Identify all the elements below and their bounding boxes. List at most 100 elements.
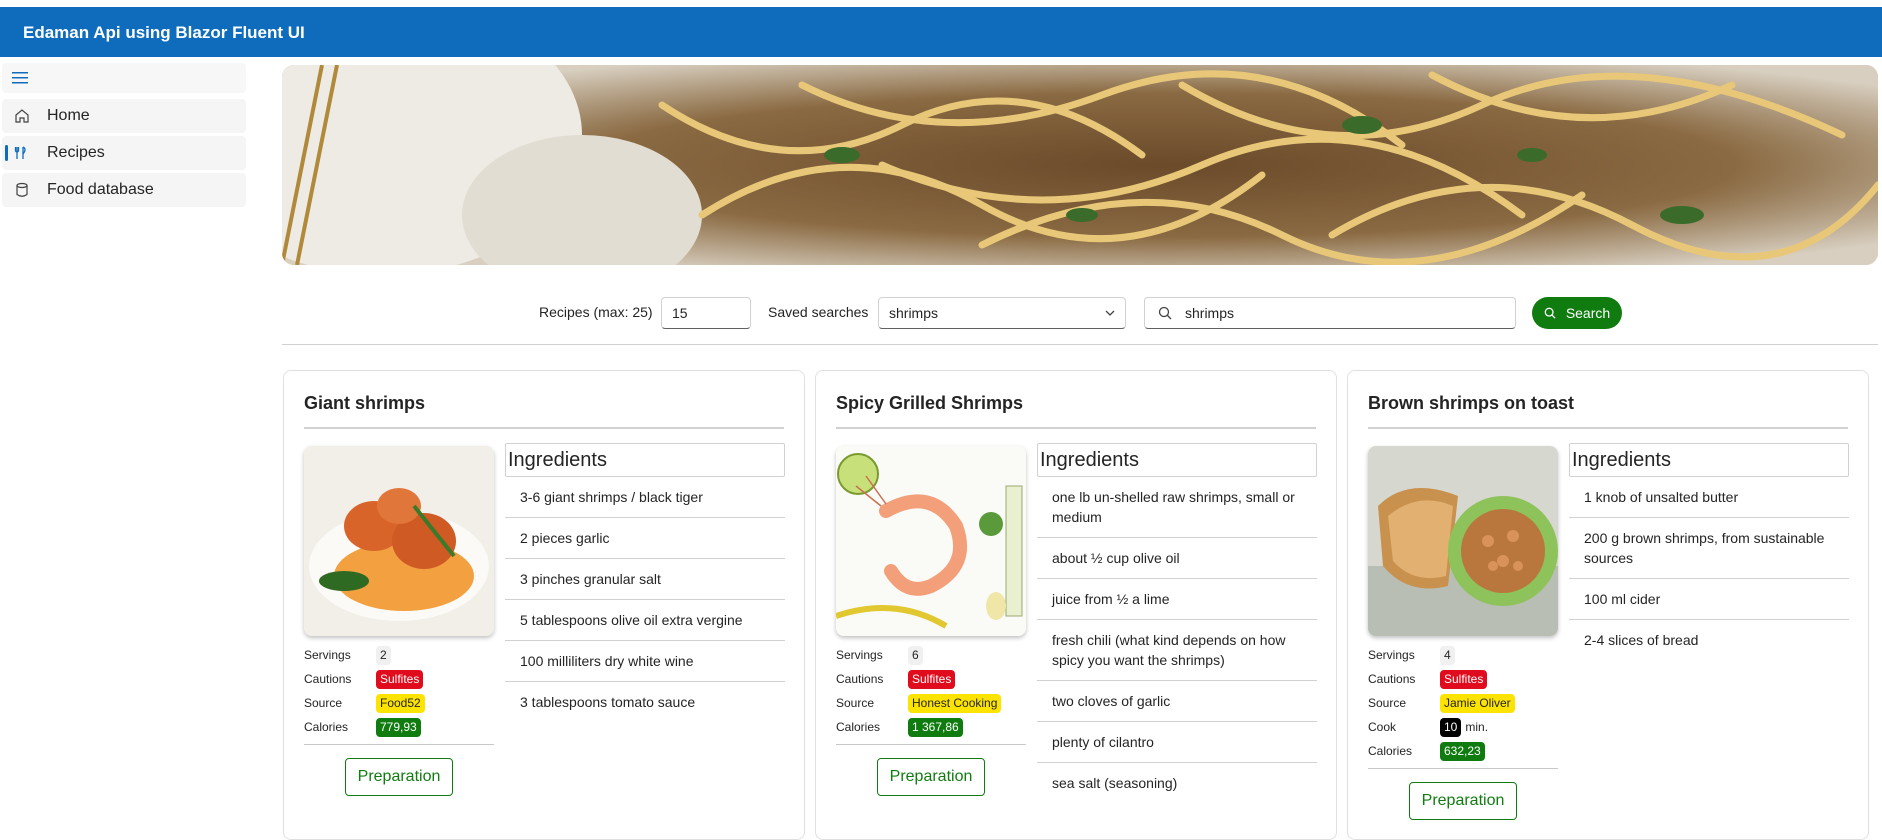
servings-badge: 4 [1440, 645, 1455, 665]
card-divider [1368, 427, 1848, 429]
ingredient-item: one lb un-shelled raw shrimps, small or … [1037, 477, 1317, 538]
ingredient-item: 5 tablespoons olive oil extra vergine [505, 600, 785, 641]
ingredients-list: Ingredients 3-6 giant shrimps / black ti… [505, 443, 785, 722]
recipe-meta: Servings 6 Cautions Sulfites Source Honest … [836, 643, 1026, 739]
ingredients-header: Ingredients [1569, 443, 1849, 477]
saved-searches-label: Saved searches [768, 304, 869, 320]
ingredient-item: 100 ml cider [1569, 579, 1849, 620]
sidebar-item-label: Food database [47, 181, 154, 198]
servings-label: Servings [836, 648, 883, 662]
search-query: shrimps [1185, 305, 1235, 321]
sidebar-item-recipes[interactable]: Recipes [2, 136, 246, 170]
cook-time-badge: 10 [1440, 717, 1462, 737]
ingredient-item: two cloves of garlic [1037, 681, 1317, 722]
app-title: Edaman Api using Blazor Fluent UI [23, 23, 305, 42]
ingredient-item: 100 milliliters dry white wine [505, 641, 785, 682]
source-label: Source [836, 696, 875, 710]
cautions-badge: Sulfites [376, 669, 424, 689]
app-header: Edaman Api using Blazor Fluent UI [0, 7, 1882, 57]
ingredients-header: Ingredients [505, 443, 785, 477]
source-badge: Jamie Oliver [1440, 693, 1515, 713]
meta-divider [1368, 768, 1558, 769]
hamburger-icon [12, 72, 28, 84]
ingredient-item: 2-4 slices of bread [1584, 632, 1699, 648]
ingredient-item: 3-6 giant shrimps / black tiger [505, 477, 785, 518]
ingredient-item: 1 knob of unsalted butter [1569, 477, 1849, 518]
cautions-label: Cautions [1368, 672, 1416, 686]
recipe-image [1368, 446, 1558, 636]
source-label: Source [1368, 696, 1407, 710]
cautions-badge: Sulfites [1440, 669, 1488, 689]
ingredients-list: Ingredients one lb un-shelled raw shrimp… [1037, 443, 1317, 803]
preparation-button[interactable]: Preparation [345, 758, 453, 796]
search-input[interactable]: shrimps [1144, 297, 1516, 329]
search-toolbar: Recipes (max: 25) 15 Saved searches shri… [282, 295, 1878, 335]
recipe-title: Brown shrimps on toast [1368, 393, 1575, 413]
calories-label: Calories [304, 720, 349, 734]
servings-badge: 6 [908, 645, 923, 665]
home-icon [12, 106, 32, 126]
meta-divider [304, 744, 494, 745]
ingredients-header: Ingredients [1037, 443, 1317, 477]
search-button-label: Search [1565, 305, 1611, 321]
search-icon [1158, 306, 1172, 320]
section-divider [282, 344, 1878, 345]
calories-label: Calories [836, 720, 881, 734]
calories-badge: 779,93 [376, 717, 421, 737]
ingredient-item: sea salt (seasoning) [1052, 775, 1178, 791]
ingredient-item: juice from ½ a lime [1037, 579, 1317, 620]
sidebar-item-label: Recipes [47, 144, 105, 161]
sidebar-item-home[interactable]: Home [2, 99, 246, 133]
servings-label: Servings [1368, 648, 1415, 662]
recipe-image [304, 446, 494, 636]
servings-badge: 2 [376, 645, 391, 665]
ingredient-item: 200 g brown shrimps, from sustainable so… [1569, 518, 1849, 579]
servings-label: Servings [304, 648, 351, 662]
sidebar-item-food-database[interactable]: Food database [2, 173, 246, 207]
ingredient-item: 2 pieces garlic [505, 518, 785, 559]
recipe-meta: Servings 4 Cautions Sulfites Source Jamie O… [1368, 643, 1558, 763]
recipes-count-input[interactable]: 15 [661, 297, 751, 329]
chevron-down-icon [1105, 310, 1115, 316]
search-icon [1544, 307, 1556, 319]
calories-label: Calories [1368, 744, 1413, 758]
database-icon [12, 180, 32, 200]
preparation-button[interactable]: Preparation [1409, 782, 1517, 820]
saved-searches-select[interactable]: shrimps [878, 297, 1126, 329]
source-badge: Food52 [376, 693, 425, 713]
cautions-badge: Sulfites [908, 669, 956, 689]
cautions-label: Cautions [836, 672, 884, 686]
source-badge: Honest Cooking [908, 693, 1002, 713]
recipe-card: Giant shrimps Servings 2 Cautions Sulfites… [283, 370, 805, 840]
hero-image [282, 65, 1878, 265]
preparation-button[interactable]: Preparation [877, 758, 985, 796]
calories-badge: 632,23 [1440, 741, 1485, 761]
recipe-image [836, 446, 1026, 636]
food-icon [12, 143, 32, 163]
menu-toggle-button[interactable] [2, 63, 246, 93]
cook-unit: min. [1465, 720, 1489, 734]
ingredient-item: plenty of cilantro [1037, 722, 1317, 763]
recipe-title: Spicy Grilled Shrimps [836, 393, 1024, 413]
recipe-title: Giant shrimps [304, 393, 426, 413]
ingredient-item: 3 tablespoons tomato sauce [520, 694, 696, 710]
recipes-count-label: Recipes (max: 25) [539, 304, 653, 320]
recipe-meta: Servings 2 Cautions Sulfites Source Food52 … [304, 643, 494, 739]
sidebar-nav: Home Recipes Food database [0, 57, 248, 826]
ingredients-list: Ingredients 1 knob of unsalted butter 20… [1569, 443, 1849, 660]
source-label: Source [304, 696, 343, 710]
recipe-card: Brown shrimps on toast Servings 4 Caution… [1347, 370, 1869, 840]
ingredient-item: 3 pinches granular salt [505, 559, 785, 600]
calories-badge: 1 367,86 [908, 717, 963, 737]
sidebar-item-label: Home [47, 107, 90, 124]
search-button[interactable]: Search [1532, 297, 1622, 329]
meta-divider [836, 744, 1026, 745]
saved-searches-value: shrimps [889, 305, 939, 321]
ingredient-item: fresh chili (what kind depends on how sp… [1037, 620, 1317, 681]
recipe-card: Spicy Grilled Shrimps Servings 6 Cautions… [815, 370, 1337, 840]
card-divider [304, 427, 784, 429]
cook-label: Cook [1368, 720, 1397, 734]
card-divider [836, 427, 1316, 429]
ingredient-item: about ½ cup olive oil [1037, 538, 1317, 579]
cautions-label: Cautions [304, 672, 352, 686]
